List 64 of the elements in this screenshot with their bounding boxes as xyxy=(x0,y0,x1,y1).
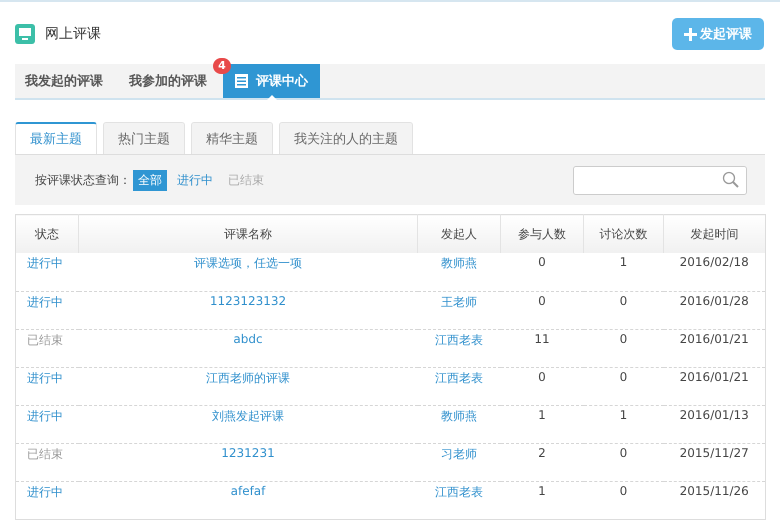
list-icon xyxy=(235,74,248,88)
table-cell: 0 xyxy=(538,294,546,308)
status-text: 进行中 xyxy=(27,256,63,270)
table-cell: 2016/01/21 xyxy=(680,370,749,384)
table-cell: 2016/01/21 xyxy=(680,332,749,346)
status-text: 进行中 xyxy=(27,484,63,498)
table-cell: 2 xyxy=(538,446,546,460)
initiator-link[interactable]: 江西老表 xyxy=(435,370,483,384)
start-review-button[interactable]: 发起评课 xyxy=(672,18,764,50)
status-text: 进行中 xyxy=(27,408,63,422)
status-text: 进行中 xyxy=(27,370,63,384)
column-header: 参与人数 xyxy=(518,226,566,240)
status-text: 进行中 xyxy=(27,294,63,308)
table-cell: 11 xyxy=(534,332,550,346)
column-header: 发起时间 xyxy=(690,226,738,240)
search-field[interactable] xyxy=(573,166,747,194)
monitor-icon xyxy=(15,24,35,44)
review-name-link[interactable]: afefaf xyxy=(230,484,266,498)
review-name-link[interactable]: 江西老师的评课 xyxy=(206,370,290,384)
topic-tab[interactable]: 精华主题 xyxy=(191,122,273,154)
table-cell: 0 xyxy=(538,370,546,384)
review-name-link[interactable]: abdc xyxy=(233,332,263,346)
status-filter-option[interactable]: 全部 xyxy=(133,170,167,190)
table-cell: 0 xyxy=(538,255,546,269)
table-cell: 1 xyxy=(538,484,546,498)
table-cell: 0 xyxy=(620,294,628,308)
initiator-link[interactable]: 教师燕 xyxy=(441,408,477,422)
page-title: 网上评课 xyxy=(45,25,101,43)
initiator-link[interactable]: 王老师 xyxy=(441,294,477,308)
topic-tab[interactable]: 我关注的人的主题 xyxy=(279,122,413,154)
column-header: 评课名称 xyxy=(224,226,272,240)
column-header: 状态 xyxy=(35,226,59,240)
table-cell: 0 xyxy=(620,332,628,346)
column-header: 讨论次数 xyxy=(600,226,648,240)
main-tab[interactable]: 我发起的评课 xyxy=(15,64,113,98)
status-text: 已结束 xyxy=(27,332,63,346)
table-cell: 2016/01/28 xyxy=(680,294,749,308)
initiator-link[interactable]: 习老师 xyxy=(441,446,477,460)
search-icon[interactable] xyxy=(722,171,740,189)
table-cell: 2016/02/18 xyxy=(680,255,749,269)
table-cell: 0 xyxy=(620,370,628,384)
filter-label: 按评课状态查询： xyxy=(35,172,131,188)
initiator-link[interactable]: 江西老表 xyxy=(435,484,483,498)
table-cell: 2015/11/27 xyxy=(680,446,749,460)
initiator-link[interactable]: 教师燕 xyxy=(441,256,477,270)
plus-icon xyxy=(684,28,697,40)
review-name-link[interactable]: 1231231 xyxy=(221,446,275,460)
table-cell: 1 xyxy=(538,408,546,422)
review-name-link[interactable]: 1123123132 xyxy=(210,294,286,308)
table-cell: 0 xyxy=(620,484,628,498)
table-cell: 2016/01/13 xyxy=(680,408,749,422)
status-filter-option[interactable]: 进行中 xyxy=(172,170,218,190)
column-header: 发起人 xyxy=(441,226,477,240)
status-text: 已结束 xyxy=(27,446,63,460)
review-name-link[interactable]: 评课选项，任选一项 xyxy=(194,256,302,270)
initiator-link[interactable]: 江西老表 xyxy=(435,332,483,346)
topic-tab[interactable]: 最新主题 xyxy=(15,122,97,154)
table-cell: 1 xyxy=(620,255,628,269)
table-cell: 1 xyxy=(620,408,628,422)
review-name-link[interactable]: 刘燕发起评课 xyxy=(212,408,284,422)
table-cell: 2015/11/26 xyxy=(680,484,749,498)
count-badge: 4 xyxy=(213,58,231,74)
topic-tab[interactable]: 热门主题 xyxy=(103,122,185,154)
table-cell: 0 xyxy=(620,446,628,460)
